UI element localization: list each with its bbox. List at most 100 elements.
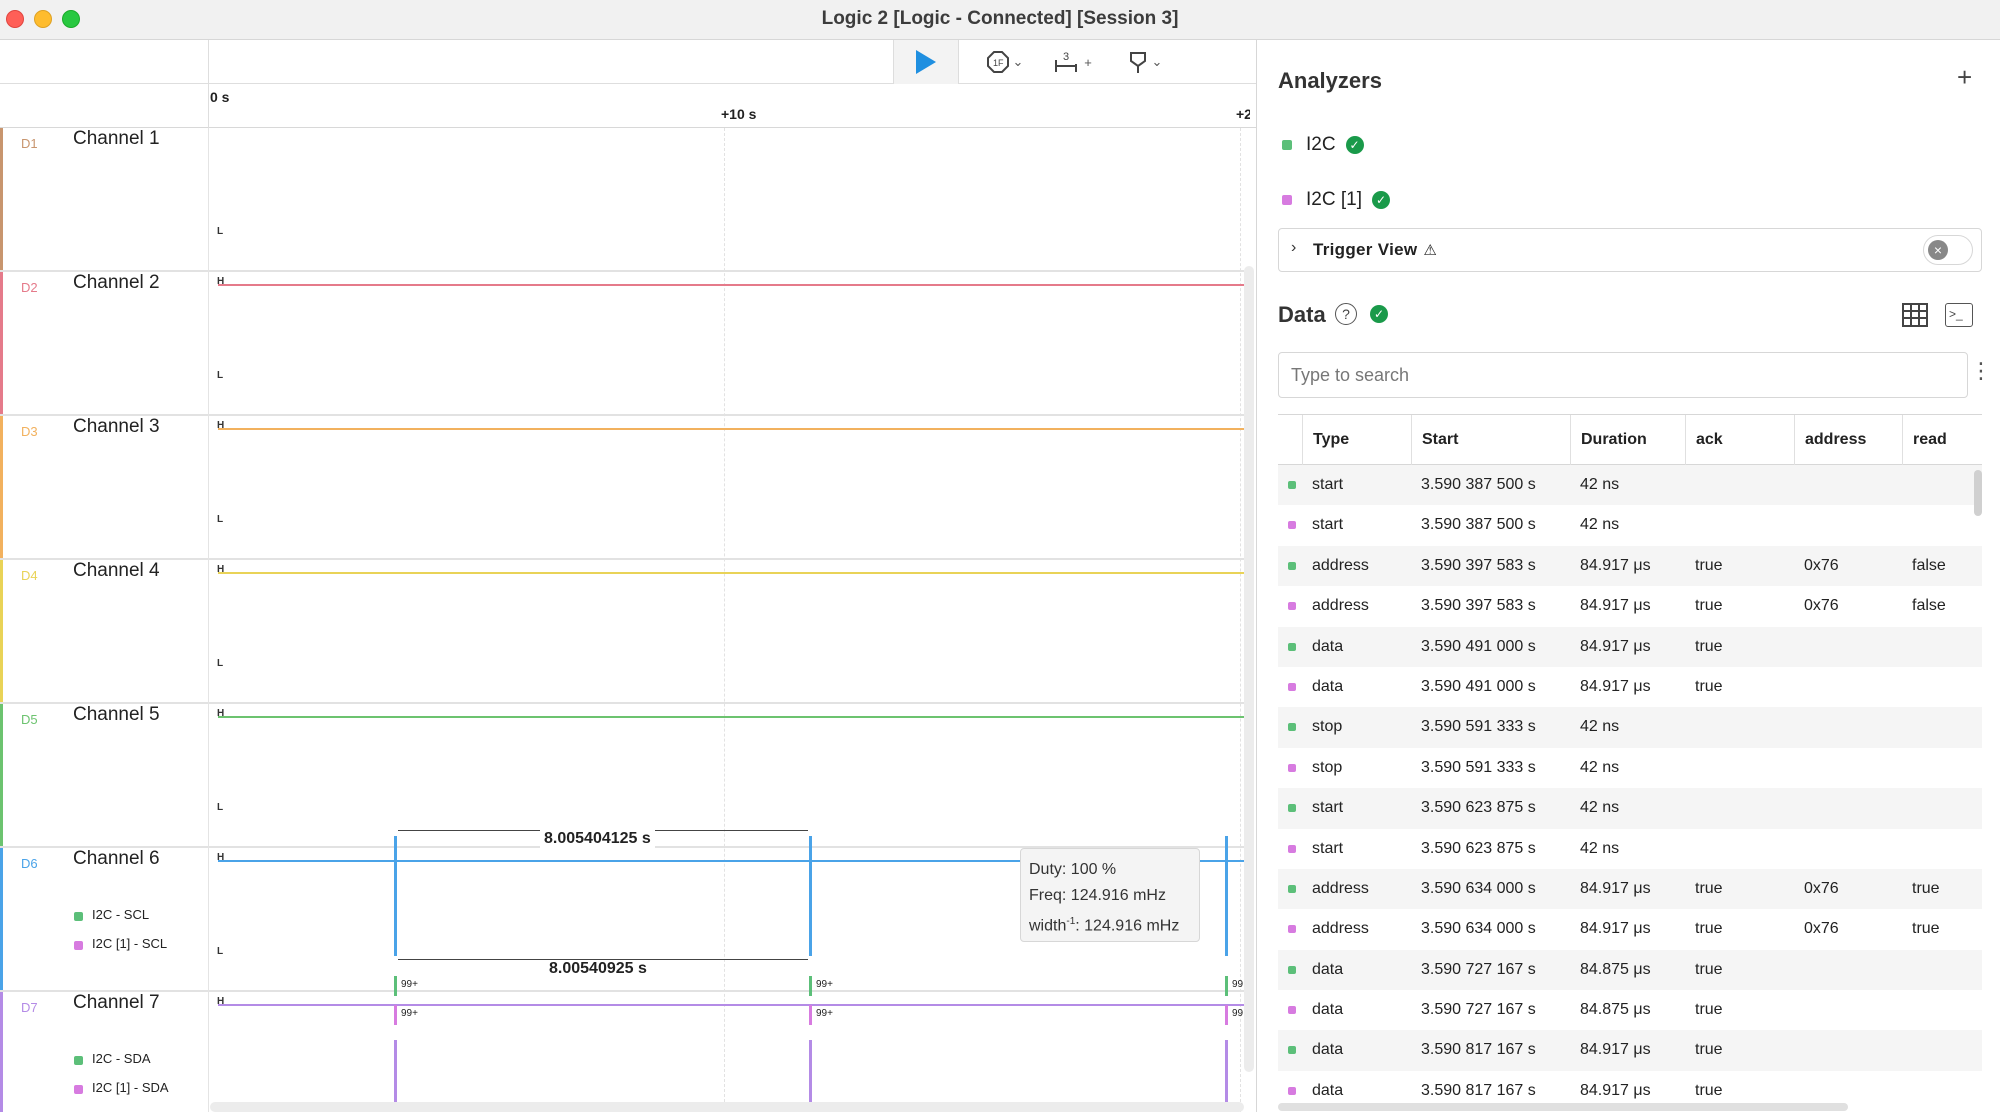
table-row[interactable]: address 3.590 634 000 s 84.917 μs true 0… [1278, 868, 1982, 910]
help-icon[interactable]: ? [1335, 303, 1357, 325]
horizontal-scrollbar[interactable] [210, 1102, 1244, 1112]
cell-duration: 84.917 μs [1580, 556, 1651, 574]
table-row[interactable]: stop 3.590 591 333 s 42 ns [1278, 707, 1982, 748]
table-row[interactable]: address 3.590 634 000 s 84.917 μs true 0… [1278, 909, 1982, 949]
channel-id: D4 [21, 568, 38, 583]
measurement-width-top[interactable]: 8.005404125 s [540, 830, 655, 848]
add-marker-button[interactable]: ⌄ [1115, 40, 1175, 84]
column-header-address[interactable]: address [1794, 415, 1866, 465]
pulse-edge [809, 1040, 812, 1102]
column-header-ack[interactable]: ack [1685, 415, 1723, 465]
add-analyzer-button[interactable]: + [1957, 64, 1972, 90]
analyzer-name: I2C [1] [1306, 189, 1362, 210]
channel-row[interactable]: D7 Channel 7 H I2C - SDA I2C [1] - SDA [0, 992, 1244, 1112]
analyzer-frame-marker[interactable]: 99+ [809, 976, 833, 996]
analyzers-title: Analyzers [1278, 68, 1382, 93]
analyzer-color-swatch [1288, 965, 1296, 974]
channel-name[interactable]: Channel 7 [73, 992, 160, 1014]
cell-address [1794, 465, 1804, 505]
cell-type: address [1312, 556, 1369, 574]
pulse-edge [1225, 1040, 1228, 1102]
cell-read [1902, 707, 1912, 747]
channel-name[interactable]: Channel 3 [73, 416, 160, 438]
play-button[interactable] [893, 40, 959, 84]
channel-name[interactable]: Channel 6 [73, 848, 160, 870]
cell-ack: true [1695, 1001, 1723, 1019]
table-row[interactable]: data 3.590 491 000 s 84.917 μs true [1278, 626, 1982, 667]
cell-type: address [1312, 597, 1369, 615]
analyzer-color-swatch [1288, 561, 1296, 570]
channel-row[interactable]: D4 Channel 4 HL [0, 560, 1244, 704]
channel-name[interactable]: Channel 1 [73, 128, 160, 150]
channel-row[interactable]: D2 Channel 2 HL [0, 272, 1244, 416]
cell-ack: true [1695, 677, 1723, 695]
level-low-label: L [217, 514, 224, 525]
analyzer-frame-marker[interactable]: 99 [1225, 976, 1243, 996]
column-header-start[interactable]: Start [1411, 415, 1458, 465]
cell-read [1902, 627, 1912, 667]
check-icon: ✓ [1370, 305, 1388, 323]
table-row[interactable]: data 3.590 727 167 s 84.875 μs true [1278, 990, 1982, 1030]
terminal-view-icon[interactable]: >_ [1945, 303, 1973, 327]
channel-row[interactable]: D5 Channel 5 HL [0, 704, 1244, 848]
column-header-type[interactable]: Type [1302, 415, 1349, 465]
table-vertical-scrollbar[interactable] [1974, 470, 1982, 516]
trigger-view-toggle[interactable]: × [1923, 235, 1973, 265]
table-horizontal-scrollbar[interactable] [1278, 1103, 1848, 1111]
analyzer-item-i2c[interactable]: I2C ✓ [1282, 132, 1364, 158]
cell-ack [1685, 748, 1695, 788]
data-search-input[interactable] [1278, 352, 1968, 398]
column-header-read[interactable]: read [1902, 415, 1947, 465]
table-row[interactable]: stop 3.590 591 333 s 42 ns [1278, 748, 1982, 788]
cell-start: 3.590 491 000 s [1421, 637, 1536, 655]
analyzer-color-swatch [1288, 804, 1296, 813]
channel-name[interactable]: Channel 5 [73, 704, 160, 726]
cell-address [1794, 990, 1804, 1030]
level-low-label: L [217, 370, 224, 381]
channel-row[interactable]: D1 Channel 1 L [0, 128, 1244, 272]
data-table: Type Start Duration ack address read sta… [1278, 414, 1982, 1111]
table-row[interactable]: data 3.590 727 167 s 84.875 μs true [1278, 949, 1982, 991]
table-row[interactable]: start 3.590 623 875 s 42 ns [1278, 829, 1982, 869]
more-options-icon[interactable]: ⋮ [1970, 358, 1992, 384]
cell-start: 3.590 591 333 s [1421, 758, 1536, 776]
analyzer-frame-marker[interactable]: 99 [1225, 1005, 1243, 1025]
table-view-icon[interactable] [1902, 303, 1928, 327]
cell-ack [1685, 707, 1695, 747]
measurement-icon: 3 [1055, 51, 1078, 72]
analyzer-frame-marker[interactable]: 99+ [394, 1005, 418, 1025]
table-row[interactable]: address 3.590 397 583 s 84.917 μs true 0… [1278, 545, 1982, 587]
analyzer-item-i2c-1[interactable]: I2C [1] ✓ [1282, 187, 1390, 213]
table-row[interactable]: address 3.590 397 583 s 84.917 μs true 0… [1278, 586, 1982, 626]
channel-color-bar [0, 272, 3, 414]
level-low-label: L [217, 946, 224, 957]
table-row[interactable]: start 3.590 623 875 s 42 ns [1278, 788, 1982, 829]
vertical-scrollbar[interactable] [1244, 266, 1254, 1072]
cell-start: 3.590 727 167 s [1421, 1001, 1536, 1019]
trigger-settings-button[interactable]: 1F ⌄ [975, 40, 1035, 84]
cell-duration: 84.917 μs [1580, 677, 1651, 695]
trigger-view-section[interactable]: › Trigger View ⚠ × [1278, 228, 1982, 272]
cell-ack: true [1695, 879, 1723, 897]
cell-read [1902, 788, 1912, 828]
cell-address: 0x76 [1804, 920, 1839, 938]
analyzer-frame-marker[interactable]: 99+ [394, 976, 418, 996]
table-row[interactable]: start 3.590 387 500 s 42 ns [1278, 505, 1982, 545]
channel-name[interactable]: Channel 2 [73, 272, 160, 294]
trigger-view-label: Trigger View ⚠ [1313, 240, 1438, 259]
analyzer-color-swatch [1288, 925, 1296, 934]
cell-ack: true [1695, 597, 1723, 615]
measurement-period-bottom[interactable]: 8.00540925 s [545, 960, 651, 978]
analyzer-color-swatch [1282, 140, 1292, 150]
cell-duration: 42 ns [1580, 476, 1620, 493]
table-row[interactable]: data 3.590 817 167 s 84.917 μs true [1278, 1030, 1982, 1071]
channel-name[interactable]: Channel 4 [73, 560, 160, 582]
analyzer-color-swatch [74, 912, 83, 921]
table-row[interactable]: start 3.590 387 500 s 42 ns [1278, 465, 1982, 506]
channel-row[interactable]: D3 Channel 3 HL [0, 416, 1244, 560]
cell-address [1794, 788, 1804, 828]
analyzer-frame-marker[interactable]: 99+ [809, 1005, 833, 1025]
add-measurement-button[interactable]: 3 + [1043, 40, 1103, 84]
column-header-duration[interactable]: Duration [1570, 415, 1647, 465]
table-row[interactable]: data 3.590 491 000 s 84.917 μs true [1278, 667, 1982, 707]
